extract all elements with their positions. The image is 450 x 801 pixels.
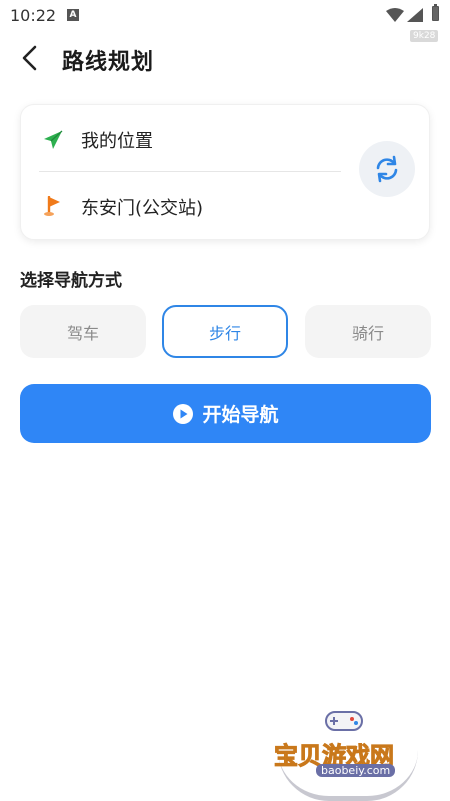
chevron-left-icon <box>22 45 37 71</box>
mode-walk-button[interactable]: 步行 <box>162 305 288 358</box>
status-time: 10:22 <box>10 6 57 25</box>
origin-row[interactable]: 我的位置 <box>43 125 153 155</box>
mode-section-label: 选择导航方式 <box>20 271 122 291</box>
mode-ride-button[interactable]: 骑行 <box>305 305 431 358</box>
swap-route-button[interactable] <box>359 141 415 197</box>
gamepad-icon <box>325 711 363 731</box>
flag-icon <box>44 196 60 216</box>
signal-icon <box>407 8 423 22</box>
refresh-swap-icon <box>376 155 398 183</box>
start-navigation-label: 开始导航 <box>202 404 279 426</box>
watermark-url: baobeiy.com <box>316 764 396 777</box>
page-title: 路线规划 <box>62 50 155 75</box>
destination-row[interactable]: 东安门(公交站) <box>43 192 203 222</box>
status-bar: 10:22 A 9k28 <box>0 0 450 42</box>
send-arrow-icon <box>44 130 63 149</box>
wifi-icon <box>386 8 404 22</box>
net-speed-badge: 9k28 <box>410 30 439 42</box>
route-card: 我的位置 东安门(公交站) <box>20 104 430 240</box>
divider <box>39 171 341 172</box>
origin-text: 我的位置 <box>81 131 153 152</box>
watermark: 宝贝游戏网 baobeiy.com <box>272 700 422 801</box>
battery-icon <box>432 4 439 21</box>
play-circle-icon <box>173 403 194 424</box>
back-button[interactable] <box>18 44 42 72</box>
notification-icon: A <box>67 9 79 21</box>
destination-text: 东安门(公交站) <box>81 198 204 219</box>
mode-drive-button[interactable]: 驾车 <box>20 305 146 358</box>
start-navigation-button[interactable]: 开始导航 <box>20 384 431 443</box>
